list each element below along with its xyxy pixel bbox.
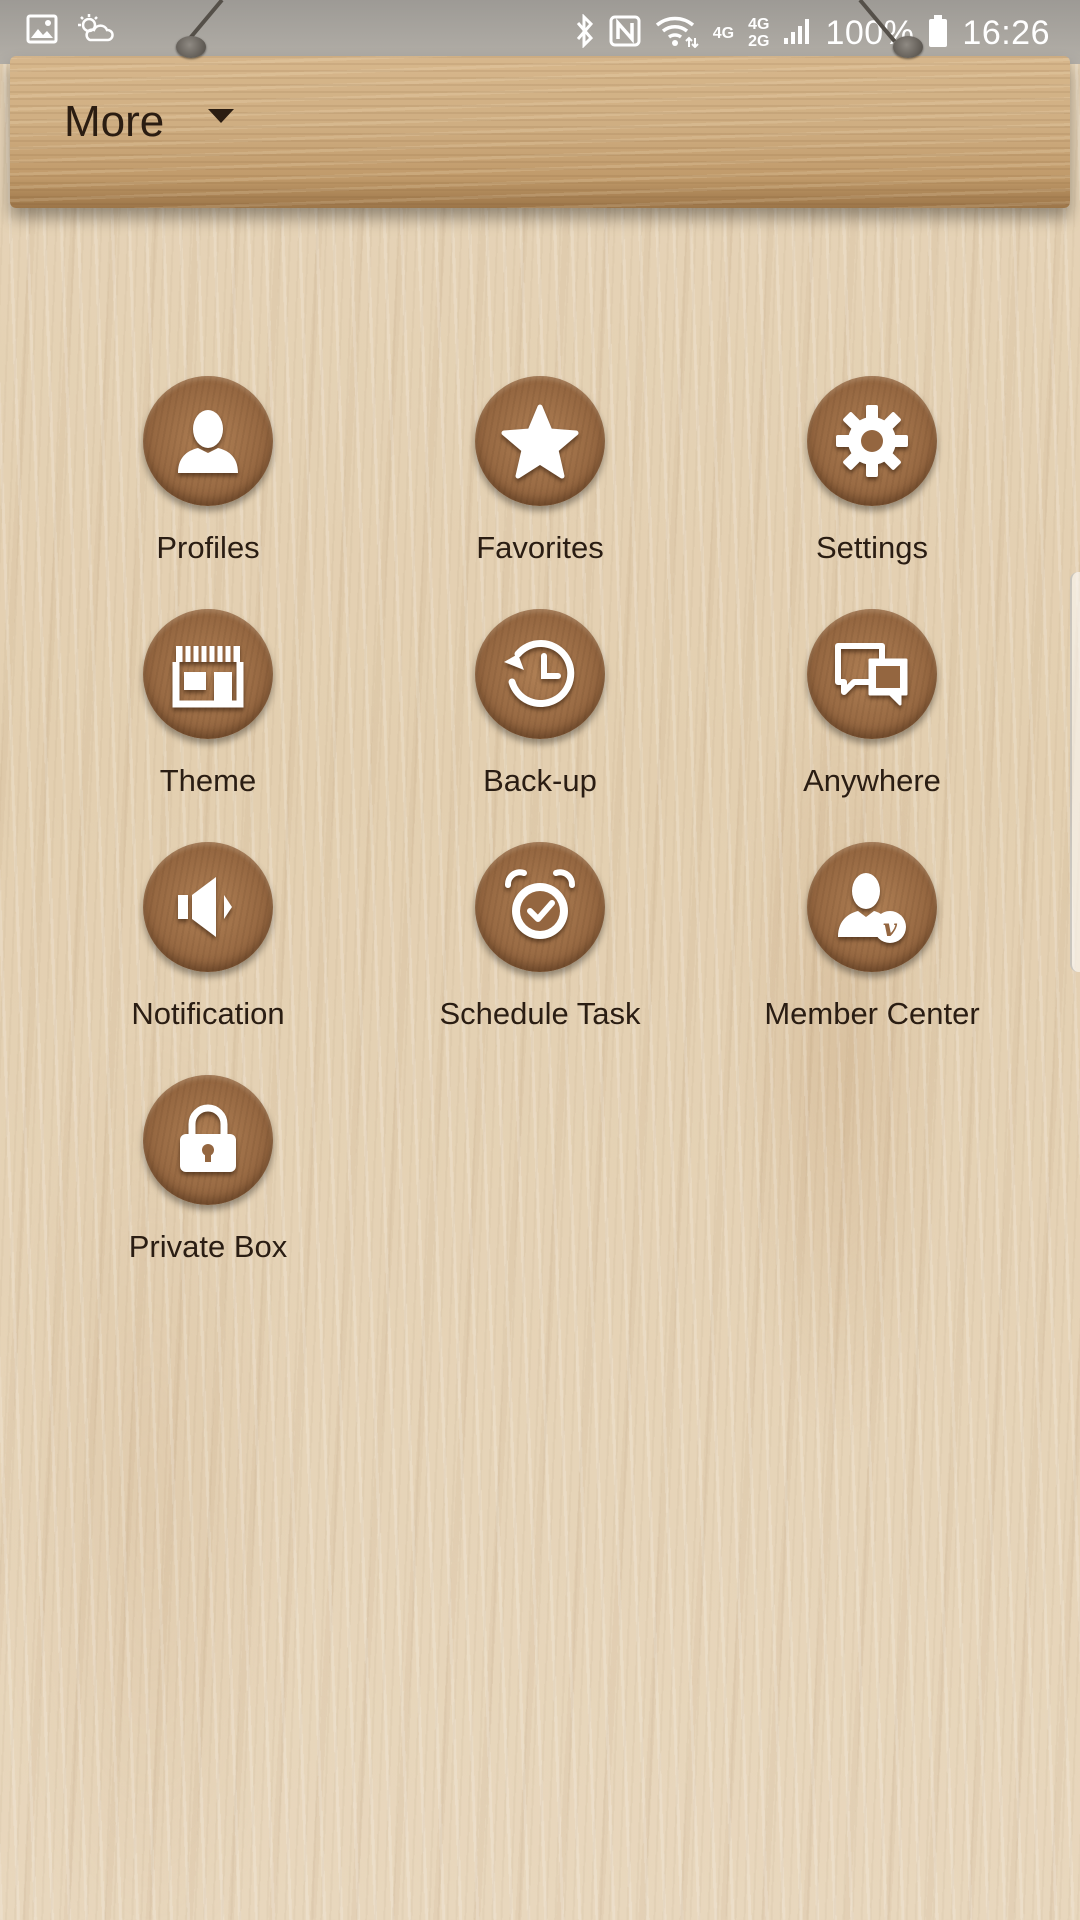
network-4g-text: 4G bbox=[712, 24, 735, 42]
profile-icon bbox=[178, 410, 238, 473]
lock-icon bbox=[180, 1104, 236, 1172]
edge-panel-handle[interactable] bbox=[1070, 572, 1080, 972]
menu-grid: Profiles Favorites Settings Theme Back-u… bbox=[0, 376, 1080, 1308]
member-center-button[interactable]: v Member Center bbox=[706, 842, 1038, 1075]
backup-button[interactable]: Back-up bbox=[374, 609, 706, 842]
network-4g-label: 4G bbox=[713, 25, 734, 42]
schedule-task-button[interactable]: Schedule Task bbox=[374, 842, 706, 1075]
settings-circle bbox=[807, 376, 937, 506]
bluetooth-icon bbox=[575, 12, 595, 53]
anywhere-label: Anywhere bbox=[803, 763, 941, 798]
theme-label: Theme bbox=[159, 763, 257, 798]
favorites-button[interactable]: Favorites bbox=[374, 376, 706, 609]
gear-icon bbox=[836, 405, 908, 477]
network-4g-text-2: 4G bbox=[748, 16, 770, 33]
notification-label: Notification bbox=[131, 996, 285, 1031]
member-center-circle: v bbox=[807, 842, 937, 972]
svg-text:v: v bbox=[883, 913, 898, 942]
star-icon bbox=[501, 404, 579, 479]
profiles-circle bbox=[143, 376, 273, 506]
nfc-icon bbox=[609, 15, 641, 52]
backup-label: Back-up bbox=[483, 763, 597, 798]
member-icon: v bbox=[838, 873, 906, 943]
chat-bubbles-icon bbox=[835, 643, 908, 706]
private-box-button[interactable]: Private Box bbox=[42, 1075, 374, 1308]
status-right: 4G 4G 2G 100% 16:26 bbox=[575, 8, 1050, 58]
notification-button[interactable]: Notification bbox=[42, 842, 374, 1075]
theme-button[interactable]: Theme bbox=[42, 609, 374, 842]
nail-left bbox=[176, 36, 206, 58]
battery-icon bbox=[928, 14, 948, 53]
private-box-circle bbox=[143, 1075, 273, 1205]
network-2g-text: 2G bbox=[748, 33, 770, 50]
private-box-label: Private Box bbox=[128, 1229, 288, 1264]
theme-circle bbox=[143, 609, 273, 739]
schedule-task-circle bbox=[475, 842, 605, 972]
anywhere-circle bbox=[807, 609, 937, 739]
nail-right bbox=[893, 36, 923, 58]
header-title: More bbox=[64, 97, 165, 146]
speaker-icon bbox=[178, 877, 232, 937]
settings-label: Settings bbox=[815, 530, 928, 565]
wifi-icon bbox=[655, 14, 699, 53]
profiles-label: Profiles bbox=[156, 530, 260, 565]
status-left bbox=[26, 14, 114, 49]
weather-icon bbox=[78, 14, 114, 49]
notification-circle bbox=[143, 842, 273, 972]
profiles-button[interactable]: Profiles bbox=[42, 376, 374, 609]
gallery-icon bbox=[26, 14, 58, 49]
more-dropdown[interactable]: More bbox=[64, 97, 235, 147]
history-icon bbox=[504, 640, 575, 707]
anywhere-button[interactable]: Anywhere bbox=[706, 609, 1038, 842]
schedule-task-label: Schedule Task bbox=[439, 996, 641, 1031]
backup-circle bbox=[475, 609, 605, 739]
clock: 16:26 bbox=[962, 13, 1050, 52]
dropdown-arrow-icon bbox=[208, 109, 235, 123]
alarm-clock-icon bbox=[505, 869, 575, 939]
signal-icon bbox=[783, 16, 811, 51]
member-center-label: Member Center bbox=[764, 996, 980, 1031]
favorites-label: Favorites bbox=[476, 530, 604, 565]
storefront-icon bbox=[172, 646, 244, 708]
settings-button[interactable]: Settings bbox=[706, 376, 1038, 609]
favorites-circle bbox=[475, 376, 605, 506]
network-4g-2g-label: 4G 2G bbox=[748, 16, 769, 50]
